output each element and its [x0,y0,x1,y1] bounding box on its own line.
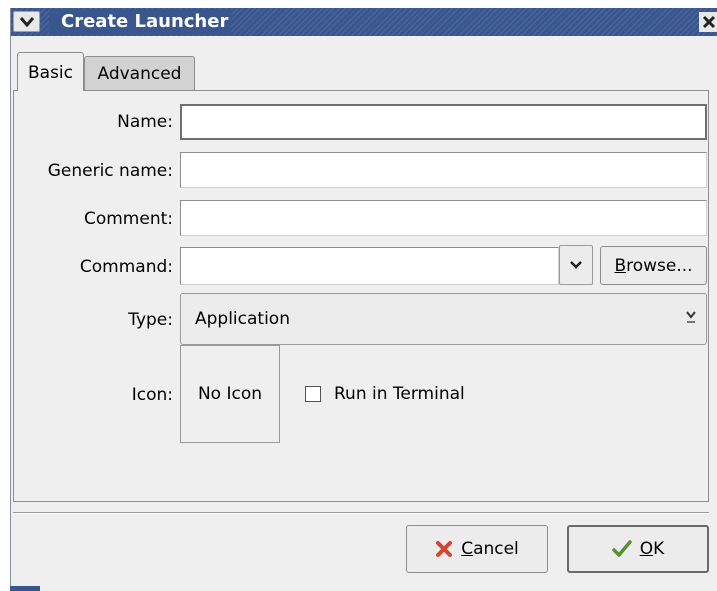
ok-label: OK [640,539,665,559]
cancel-label: Cancel [461,539,519,559]
combo-arrow-icon [686,311,696,323]
checkmark-icon [611,540,632,557]
icon-picker-label: No Icon [197,384,263,404]
name-input[interactable] [180,104,707,140]
command-input[interactable] [180,247,559,285]
generic-name-input[interactable] [180,152,707,188]
window-menu-button[interactable] [13,11,40,32]
icon-picker-button[interactable]: No Icon [180,345,280,443]
chevron-down-icon [570,261,582,269]
type-select[interactable]: Application [180,293,707,345]
tab-basic[interactable]: Basic [17,52,84,91]
comment-input[interactable] [180,200,707,236]
run-in-terminal-label[interactable]: Run in Terminal [334,383,465,405]
command-history-dropdown[interactable] [559,245,593,285]
name-label: Name: [117,112,173,132]
cancel-x-icon [436,541,453,557]
browse-button[interactable]: Browse... [600,246,707,285]
window-title: Create Launcher [61,11,229,32]
browse-label: Browse... [614,256,692,276]
comment-label: Comment: [83,209,173,229]
ok-label-rest: K [653,539,665,559]
tab-advanced-label: Advanced [97,64,182,84]
tab-advanced[interactable]: Advanced [84,56,195,90]
type-label: Type: [128,310,173,330]
close-icon [702,15,715,29]
browse-mnemonic: B [614,255,627,276]
browse-label-rest: rowse... [626,255,693,276]
cancel-mnemonic: C [461,539,474,559]
icon-label: Icon: [131,385,173,405]
chevron-down-icon [19,16,34,27]
cancel-button[interactable]: Cancel [406,525,548,573]
close-button[interactable] [699,12,717,32]
ok-mnemonic: O [639,539,654,559]
ok-button[interactable]: OK [567,525,709,573]
title-bar[interactable]: Create Launcher [11,8,717,36]
generic-name-label: Generic name: [47,161,173,181]
command-label: Command: [79,257,173,277]
window-edge-strip [10,586,40,591]
tab-basic-label: Basic [27,63,73,83]
run-in-terminal-checkbox[interactable] [305,386,321,402]
button-separator [13,512,709,514]
type-selected-value: Application [195,309,290,329]
cancel-label-rest: ancel [473,539,519,559]
